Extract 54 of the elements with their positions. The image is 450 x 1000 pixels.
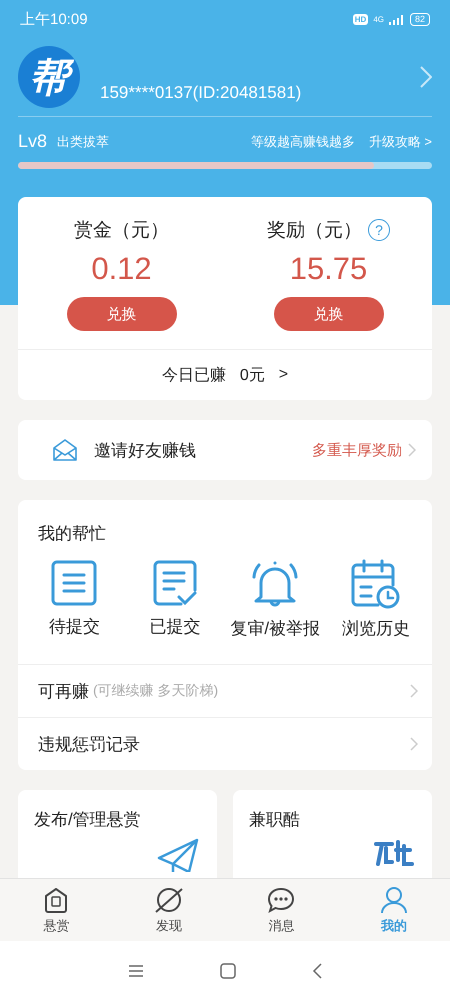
row-title: 违规惩罚记录 (38, 734, 140, 756)
balance-amount: 15.75 (290, 251, 368, 287)
chevron-icon (410, 737, 418, 751)
app-avatar: 帮 (18, 46, 80, 108)
today-earned-label: 今日已赚 (162, 366, 226, 386)
chat-bubble-icon (266, 886, 296, 914)
menu-row[interactable]: 可再赚 (可继续赚 多天阶梯) (18, 664, 432, 717)
shortcut-label[interactable]: 待提交 (48, 615, 100, 638)
card-title: 发布/管理悬赏 (34, 809, 142, 831)
envelope-icon (52, 438, 78, 462)
home-icon[interactable] (220, 963, 236, 979)
menu-icon[interactable] (128, 964, 144, 978)
hd-badge: HD (352, 14, 368, 24)
today-arrow[interactable]: > (278, 366, 288, 384)
menu-row[interactable]: 违规惩罚记录 (18, 717, 432, 770)
tab[interactable]: 发现 (112, 879, 225, 941)
level-label: Lv8 (18, 131, 48, 152)
balance-label: 奖励（元） (267, 219, 362, 243)
calendar-clock-icon (350, 559, 402, 609)
exchange-button[interactable]: 兑换 (66, 297, 176, 331)
chevron-icon (410, 684, 418, 698)
account-id: 159****0137(ID:20481581) (100, 83, 302, 103)
level-hint: 等级越高赚钱越多 (250, 132, 355, 150)
clipboard-icon (50, 559, 98, 607)
exchange-button[interactable]: 兑换 (274, 297, 384, 331)
back-icon[interactable] (312, 963, 322, 979)
chevron-icon (408, 443, 416, 457)
battery-indicator: 82 (410, 12, 430, 26)
paper-plane-icon (157, 838, 199, 872)
bell-icon (251, 559, 300, 609)
invite-text: 邀请好友赚钱 (94, 440, 197, 462)
shortcut-label[interactable]: 浏览历史 (342, 617, 410, 640)
invite-promo: 多重丰厚奖励 (312, 440, 402, 460)
signal-icon (388, 14, 405, 24)
section-title: 我的帮忙 (37, 523, 107, 545)
status-time: 上午10:09 (20, 10, 88, 28)
shortcut-label[interactable]: 复审/被举报 (230, 617, 320, 640)
today-earned-amount: 0元 (240, 366, 265, 386)
balance-label: 赏金（元） (74, 219, 169, 243)
balance-amount: 0.12 (91, 251, 152, 287)
network-label: 4G (373, 14, 384, 24)
row-title: 可再赚 (38, 680, 89, 702)
invite-card[interactable]: 邀请好友赚钱 多重丰厚奖励 (18, 420, 432, 480)
checked-document-icon (150, 559, 199, 607)
row-note: (可继续赚 多天阶梯) (93, 682, 220, 700)
feature-card[interactable]: 发布/管理悬赏 (18, 790, 217, 878)
tab[interactable]: 消息 (225, 879, 338, 941)
shortcut-label[interactable]: 已提交 (149, 615, 200, 638)
tab[interactable]: 悬赏 (0, 879, 112, 941)
person-icon (380, 886, 408, 914)
level-title: 出类拔萃 (57, 132, 110, 150)
feature-card[interactable]: 兼职酷 (233, 790, 432, 878)
card-title: 兼职酷 (249, 809, 301, 831)
logo-icon (374, 838, 414, 868)
